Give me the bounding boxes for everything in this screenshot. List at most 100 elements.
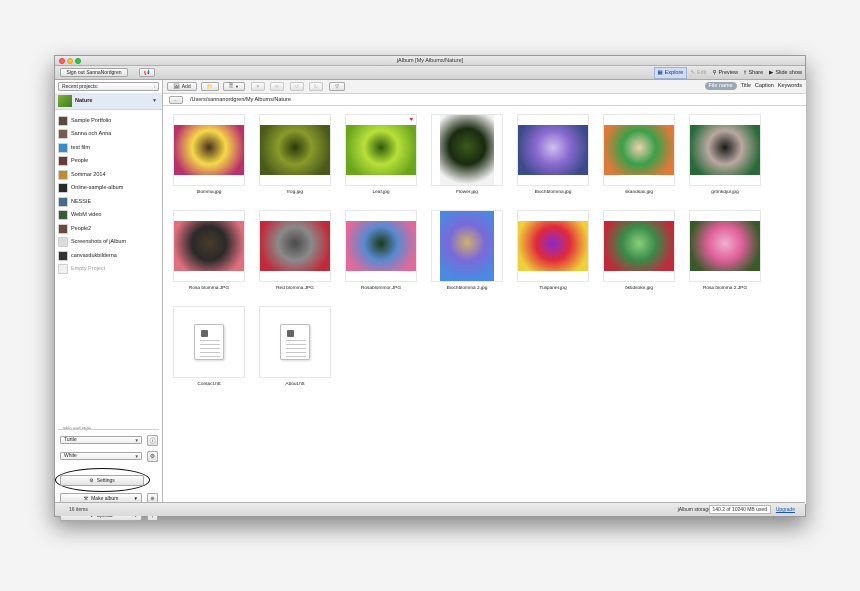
project-item[interactable]: NESSIE <box>55 195 162 209</box>
item-caption: Red blomma.JPG <box>276 286 314 291</box>
rotate-right-button[interactable]: ↻ <box>309 82 323 91</box>
thumbnail-frame <box>259 306 331 378</box>
exclude-button[interactable]: ⊖ <box>270 82 284 91</box>
project-item[interactable]: canvasdukbilderna <box>55 249 162 263</box>
project-thumbnail <box>58 223 68 234</box>
mode-2-button[interactable]: ⚲ Preview <box>709 67 741 79</box>
sort-option[interactable]: Caption <box>755 83 774 89</box>
project-item[interactable]: test film <box>55 141 162 155</box>
sort-option[interactable]: Title <box>741 83 751 89</box>
path-bar: ← /Users/sannanordgren/My Albums/Nature <box>163 94 806 106</box>
mode-0-button[interactable]: ▦ Explore <box>653 67 688 79</box>
zoom-in-icon: ⊕ <box>150 495 155 502</box>
photo-item[interactable]: Rosablommor.JPG <box>340 206 422 296</box>
contact-badge-icon <box>201 330 208 337</box>
project-item[interactable]: Sanna och Anna <box>55 128 162 142</box>
sign-out-button[interactable]: Sign out SannaNordgren <box>60 68 128 77</box>
maximize-window-icon[interactable] <box>75 58 81 64</box>
chevron-down-icon[interactable]: ▼ <box>152 98 157 104</box>
photo-item[interactable]: Red blomma.JPG <box>254 206 336 296</box>
project-item[interactable]: WebM video <box>55 209 162 223</box>
favorite-button[interactable]: ♥ <box>251 82 265 91</box>
item-caption: öktidsoke.jpg <box>625 286 653 291</box>
photo-item[interactable]: blomma.jpg <box>168 110 250 200</box>
add-button[interactable]: 🖼 Add <box>167 82 197 91</box>
thumbnail-frame <box>173 306 245 378</box>
contact-badge-icon <box>287 330 294 337</box>
project-item[interactable]: Empty Project <box>55 263 162 277</box>
new-page-button[interactable]: 🗎 ▼ <box>223 82 245 91</box>
skin-info-button[interactable]: ⓘ <box>147 435 158 446</box>
upgrade-link[interactable]: Upgrade <box>776 507 795 513</box>
window-title: jAlbum [My Albums/Nature] <box>396 58 464 64</box>
minimize-window-icon[interactable] <box>67 58 73 64</box>
project-label: Sample Portfolio <box>71 117 112 124</box>
item-caption: Rosa blomma 2.JPG <box>702 286 748 291</box>
project-label: canvasdukbilderna <box>71 252 117 259</box>
photo-item[interactable]: öktidsoke.jpg <box>598 206 680 296</box>
photo-item[interactable]: Flower.jpg <box>426 110 508 200</box>
sort-option[interactable]: Keywords <box>778 83 802 89</box>
project-label: Screenshots of jAlbum <box>71 239 127 246</box>
photo-thumbnail <box>518 125 588 175</box>
mode-3-button[interactable]: ⫯ Share <box>741 67 766 79</box>
new-folder-button[interactable]: 📁 <box>201 82 219 91</box>
document-item[interactable]: About.htt <box>254 302 336 392</box>
project-label: Empty Project <box>71 266 106 273</box>
photo-item[interactable]: ♥ Leaf.jpg <box>340 110 422 200</box>
thumbnail-grid: blomma.jpg frog.jpg ♥ Leaf.jpg Flower.jpg Bio… <box>163 106 806 504</box>
item-caption: About.htt <box>285 382 305 387</box>
recent-projects-select[interactable]: Recent projects: ↕ <box>58 82 159 91</box>
item-caption: Flower.jpg <box>456 190 478 195</box>
main-toolbar: Sign out SannaNordgren 📢 ▦ Explore ✎ Edit ⚲ P… <box>55 66 805 80</box>
mode-1-button[interactable]: ✎ Edit <box>687 67 709 79</box>
settings-button[interactable]: ⚙ Settings <box>60 475 144 486</box>
close-window-icon[interactable] <box>59 58 65 64</box>
project-item[interactable]: Sommar 2014 <box>55 168 162 182</box>
skin-select[interactable]: Turtle ▼ <box>60 436 142 444</box>
project-item[interactable]: Online-sample-album <box>55 182 162 196</box>
project-item[interactable]: Sample Portfolio <box>55 114 162 128</box>
photo-item[interactable]: Biochblomma 2.jpg <box>426 206 508 296</box>
thumbnail-frame <box>517 114 589 186</box>
photo-item[interactable]: Rosa blomma 2.JPG <box>684 206 766 296</box>
info-icon: ⓘ <box>149 439 156 445</box>
photo-item[interactable]: skandsax.jpg <box>598 110 680 200</box>
photo-item[interactable]: frog.jpg <box>254 110 336 200</box>
magnifier-icon: ⚲ <box>712 70 717 76</box>
new-page-icon: 🗎 <box>229 82 234 89</box>
current-project[interactable]: Nature ▼ <box>55 93 162 110</box>
item-caption: frog.jpg <box>287 190 303 195</box>
mode-4-button[interactable]: ▶ Slide show <box>766 67 805 79</box>
announcement-button[interactable]: 📢 <box>139 68 155 77</box>
photo-item[interactable]: grönkdjur.jpg <box>684 110 766 200</box>
document-item[interactable]: Contact.htt <box>168 302 250 392</box>
project-label: Sanna och Anna <box>71 131 112 138</box>
photo-item[interactable]: Rosa blomma.JPG <box>168 206 250 296</box>
project-item[interactable]: People <box>55 155 162 169</box>
filter-button[interactable]: ▽ <box>329 82 345 91</box>
project-item[interactable]: Screenshots of jAlbum <box>55 236 162 250</box>
gear-icon: ⚙ <box>89 477 94 484</box>
photo-item[interactable]: Tulipaner.jpg <box>512 206 594 296</box>
skin-value: Turtle <box>64 437 77 443</box>
storage-usage: 140.2 of 10240 MB used <box>708 505 771 514</box>
chevron-down-icon[interactable]: ▼ <box>134 496 138 501</box>
style-select[interactable]: White ▼ <box>60 452 142 460</box>
project-label: People <box>71 158 89 165</box>
sort-option[interactable]: File name <box>704 82 737 90</box>
title-bar: jAlbum [My Albums/Nature] <box>55 56 805 66</box>
photo-thumbnail <box>174 221 244 271</box>
rotate-left-button[interactable]: ↺ <box>290 82 304 91</box>
skin-section-divider <box>58 429 159 430</box>
mode-switcher: ▦ Explore ✎ Edit ⚲ Preview ⫯ Share ▶ Slide show <box>653 67 805 79</box>
item-count: 16 items <box>69 507 88 513</box>
document-icon <box>280 324 310 360</box>
project-thumbnail <box>58 250 68 261</box>
project-item[interactable]: People2 <box>55 222 162 236</box>
photo-item[interactable]: Biochblomma.jpg <box>512 110 594 200</box>
project-list: Sample Portfolio Sanna och Anna test film P… <box>55 114 162 276</box>
skin-settings-button[interactable]: ⚙ <box>147 451 158 462</box>
hammer-icon: ⚒ <box>83 495 89 502</box>
back-button[interactable]: ← <box>169 96 183 104</box>
